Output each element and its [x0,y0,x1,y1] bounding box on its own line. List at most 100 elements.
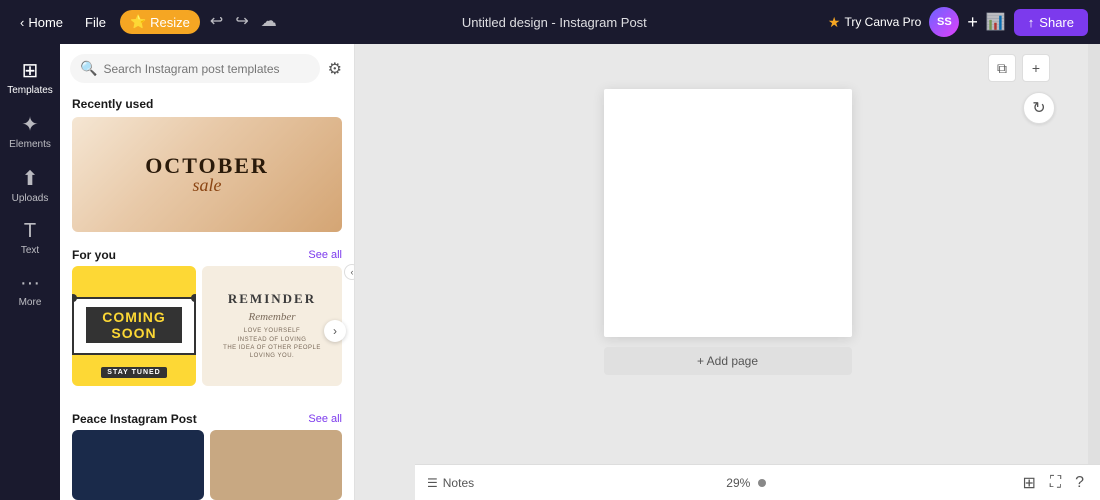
bottom-right-controls: ⊞ ⛶ ? [1018,471,1088,495]
for-you-header: For you See all [60,242,354,266]
share-button[interactable]: ↑ Share [1014,9,1088,36]
sidebar-item-text[interactable]: T Text [0,212,60,264]
october-sale-content: OCTOBER sale [145,153,269,196]
home-label: Home [28,15,63,30]
recently-used-template[interactable]: OCTOBER sale [72,117,342,232]
reminder-template[interactable]: REMINDER Remember LOVE YOURSELF INSTEAD … [202,266,342,386]
templates-icon: ⊞ [22,58,39,83]
add-page-button[interactable]: + Add page [604,347,852,375]
for-you-grid: COMING SOON STAY TUNED REMINDER Remember… [60,266,354,396]
canva-star-icon: ★ [828,14,841,31]
filter-button[interactable]: ⚙ [326,57,344,81]
sidebar-item-label: Elements [9,139,51,150]
sidebar-item-label: Uploads [12,193,49,204]
try-canva-label: Try Canva Pro [844,15,921,29]
share-label: Share [1039,15,1074,30]
text-icon: T [24,220,36,243]
notes-icon: ☰ [427,476,438,490]
canvas-scrollbar[interactable] [1088,44,1100,500]
coming-soon-template[interactable]: COMING SOON STAY TUNED [72,266,196,386]
search-input-wrap: 🔍 [70,54,320,83]
star-icon: ⭐ [130,14,146,30]
sidebar-item-uploads[interactable]: ⬆ Uploads [0,158,60,212]
recently-used-title: Recently used [60,89,354,117]
reminder-title: REMINDER [228,291,316,307]
coming-soon-title: COMING SOON [86,307,182,343]
sidebar: ⊞ Templates ✦ Elements ⬆ Uploads T Text … [0,44,60,500]
canvas-copy-button[interactable]: ⧉ [988,54,1016,82]
chevron-left-icon: ‹ [20,15,24,30]
bottom-bar: ☰ Notes 29% ⊞ ⛶ ? [415,464,1100,500]
peace-see-all-button[interactable]: See all [308,413,342,425]
user-avatar[interactable]: SS [929,7,959,37]
grid-view-button[interactable]: ⊞ [1018,471,1039,495]
dot-tl [72,294,77,302]
peace-section-header: Peace Instagram Post See all [60,406,354,430]
add-collaborator-button[interactable]: + [967,12,978,33]
help-button[interactable]: ? [1071,472,1088,494]
file-button[interactable]: File [77,11,114,34]
peace-grid [60,430,354,500]
zoom-slider-thumb[interactable] [758,479,766,487]
elements-icon: ✦ [22,112,39,137]
october-template-preview: OCTOBER sale [72,117,342,232]
topbar-right: ★ Try Canva Pro SS + 📊 ↑ Share [828,7,1088,37]
zoom-level: 29% [726,476,750,490]
undo-button[interactable]: ↩ [206,10,227,34]
panel-collapse-handle[interactable]: ‹ [344,264,355,280]
fullscreen-button[interactable]: ⛶ [1046,472,1065,494]
stay-tuned-badge: STAY TUNED [101,367,166,378]
for-you-title: For you [72,248,116,262]
reminder-line1: LOVE YOURSELF [223,327,321,335]
try-canva-button[interactable]: ★ Try Canva Pro [828,14,921,31]
search-input[interactable] [103,62,309,76]
redo-button[interactable]: ↪ [231,10,252,34]
main-layout: ⊞ Templates ✦ Elements ⬆ Uploads T Text … [0,44,1100,500]
home-button[interactable]: ‹ Home [12,11,71,34]
peace-warm-template[interactable] [210,430,342,500]
top-bar: ‹ Home File ⭐ Resize ↩ ↪ ☁ Untitled desi… [0,0,1100,44]
sidebar-item-elements[interactable]: ✦ Elements [0,104,60,158]
dot-tr [191,294,196,302]
more-icon: ··· [20,272,40,295]
coming-soon-frame: COMING SOON [72,297,196,355]
reminder-line2: INSTEAD OF LOVING [223,336,321,344]
resize-button[interactable]: ⭐ Resize [120,10,200,34]
sidebar-item-more[interactable]: ··· More [0,264,60,316]
sidebar-item-templates[interactable]: ⊞ Templates [0,50,60,104]
analytics-button[interactable]: 📊 [986,12,1006,32]
search-icon: 🔍 [80,60,97,77]
document-title: Untitled design - Instagram Post [289,15,820,30]
file-label: File [85,15,106,30]
peace-title: Peace Instagram Post [72,412,197,426]
search-bar: 🔍 ⚙ [60,44,354,89]
canvas-refresh-button[interactable]: ↻ [1023,92,1055,124]
add-page-label: + Add page [697,354,758,368]
zoom-controls: 29% [726,476,766,490]
frame-dots [72,294,196,302]
reminder-line4: LOVING YOU. [223,352,321,360]
avatar-initials: SS [937,16,952,28]
resize-label: Resize [150,15,190,30]
sidebar-item-label: Text [21,245,39,256]
next-templates-button[interactable]: › [324,320,346,342]
canvas-add-button[interactable]: + [1022,54,1050,82]
notes-label: Notes [443,476,474,490]
share-icon: ↑ [1028,15,1035,30]
uploads-icon: ⬆ [22,166,39,191]
sidebar-item-label: Templates [7,85,53,96]
sidebar-item-label: More [19,297,42,308]
templates-panel: 🔍 ⚙ Recently used OCTOBER sale For you S… [60,44,355,500]
canvas-page [604,89,852,337]
reminder-body: LOVE YOURSELF INSTEAD OF LOVING THE IDEA… [223,327,321,361]
peace-dark-template[interactable] [72,430,204,500]
topbar-left: ‹ Home File ⭐ Resize ↩ ↪ ☁ [12,10,281,34]
reminder-cursive: Remember [248,311,295,323]
canvas-toolbar: ⧉ + [988,54,1050,82]
save-cloud-button[interactable]: ☁ [257,10,281,34]
history-icons: ↩ ↪ ☁ [206,10,281,34]
notes-button[interactable]: ☰ Notes [427,476,474,490]
for-you-see-all-button[interactable]: See all [308,249,342,261]
reminder-line3: THE IDEA OF OTHER PEOPLE [223,344,321,352]
canvas-area: ⧉ + ↻ + Add page ☰ Notes 29% ⊞ ⛶ ? [355,44,1100,500]
